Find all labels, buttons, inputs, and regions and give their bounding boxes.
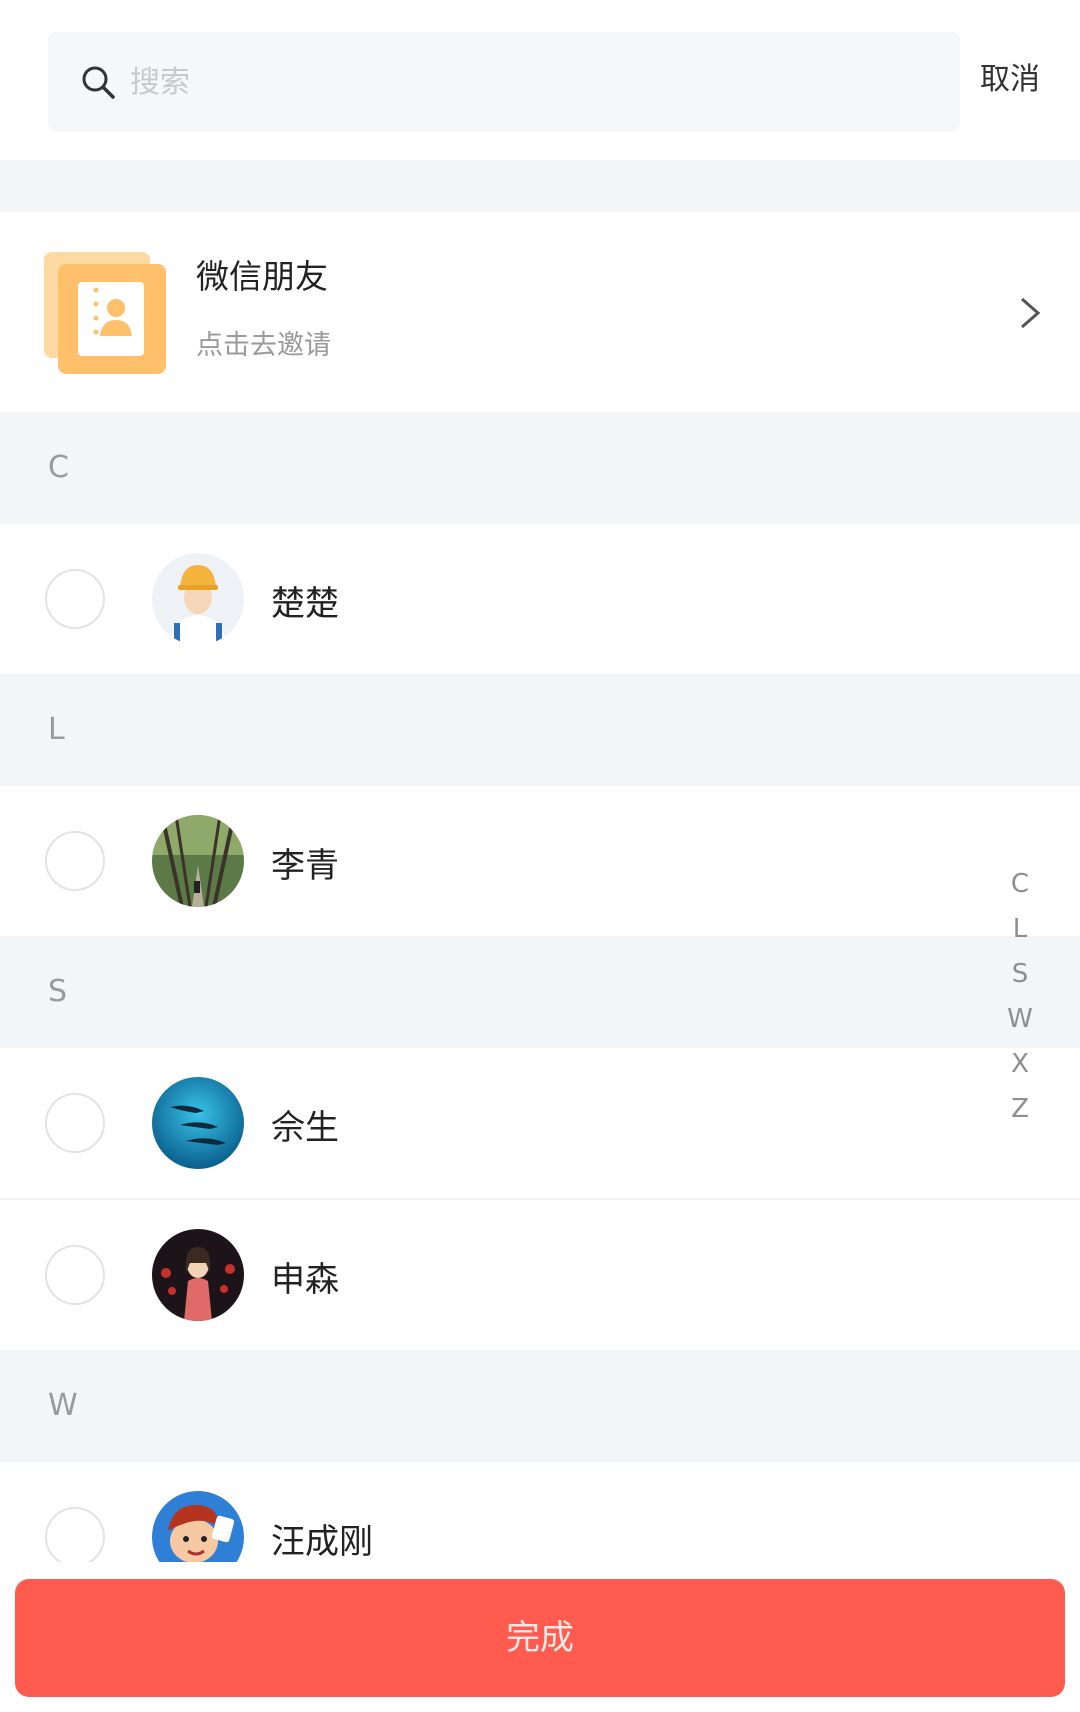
invite-title: 微信朋友 <box>196 257 328 296</box>
cancel-button[interactable]: 取消 <box>980 50 1070 110</box>
contact-book-icon <box>44 252 166 374</box>
select-radio[interactable] <box>45 1245 105 1305</box>
index-letter-z[interactable]: Z <box>1000 1087 1040 1132</box>
alphabet-index-bar: C L S W X Z <box>1000 862 1040 1132</box>
contact-row[interactable]: 楚楚 <box>0 524 1080 674</box>
search-bar: 取消 <box>0 0 1080 160</box>
select-radio[interactable] <box>45 1093 105 1153</box>
done-button[interactable]: 完成 <box>15 1579 1065 1697</box>
select-radio[interactable] <box>45 569 105 629</box>
section-header-s: S <box>0 936 1080 1048</box>
search-input[interactable] <box>130 32 930 132</box>
contact-row[interactable]: 李青 <box>0 786 1080 936</box>
contact-row[interactable]: 申森 <box>0 1200 1080 1350</box>
contact-name: 汪成刚 <box>271 1522 373 1562</box>
select-radio[interactable] <box>45 1507 105 1567</box>
contact-name: 李青 <box>271 846 339 886</box>
contact-name: 楚楚 <box>271 584 339 624</box>
section-letter: S <box>48 974 68 1009</box>
section-header-w: W <box>0 1350 1080 1462</box>
wechat-invite-row[interactable] <box>0 212 1080 412</box>
contact-row[interactable]: 佘生 <box>0 1048 1080 1198</box>
section-letter: L <box>48 712 65 747</box>
index-letter-x[interactable]: X <box>1000 1042 1040 1087</box>
section-letter: C <box>48 450 69 485</box>
section-header-l: L <box>0 674 1080 786</box>
search-box[interactable] <box>48 32 960 132</box>
dolphins-avatar <box>152 1077 244 1169</box>
contact-picker-screen: 取消 微信朋友 点击去邀请 C <box>0 0 1080 1712</box>
section-header-c: C <box>0 412 1080 524</box>
invite-subtitle: 点击去邀请 <box>196 330 331 361</box>
select-radio[interactable] <box>45 831 105 891</box>
worker-avatar <box>152 553 244 645</box>
index-letter-l[interactable]: L <box>1000 907 1040 952</box>
section-letter: W <box>48 1388 78 1423</box>
contact-name: 申森 <box>271 1260 339 1300</box>
index-letter-w[interactable]: W <box>1000 997 1040 1042</box>
index-letter-c[interactable]: C <box>1000 862 1040 907</box>
chevron-right-icon <box>1021 297 1041 329</box>
anime-girl-avatar <box>152 1229 244 1321</box>
index-letter-s[interactable]: S <box>1000 952 1040 997</box>
contact-name: 佘生 <box>271 1108 339 1148</box>
search-icon <box>82 66 115 99</box>
bottom-action-area: 完成 <box>0 1562 1080 1712</box>
forest-path-avatar <box>152 815 244 907</box>
section-gap <box>0 160 1080 212</box>
